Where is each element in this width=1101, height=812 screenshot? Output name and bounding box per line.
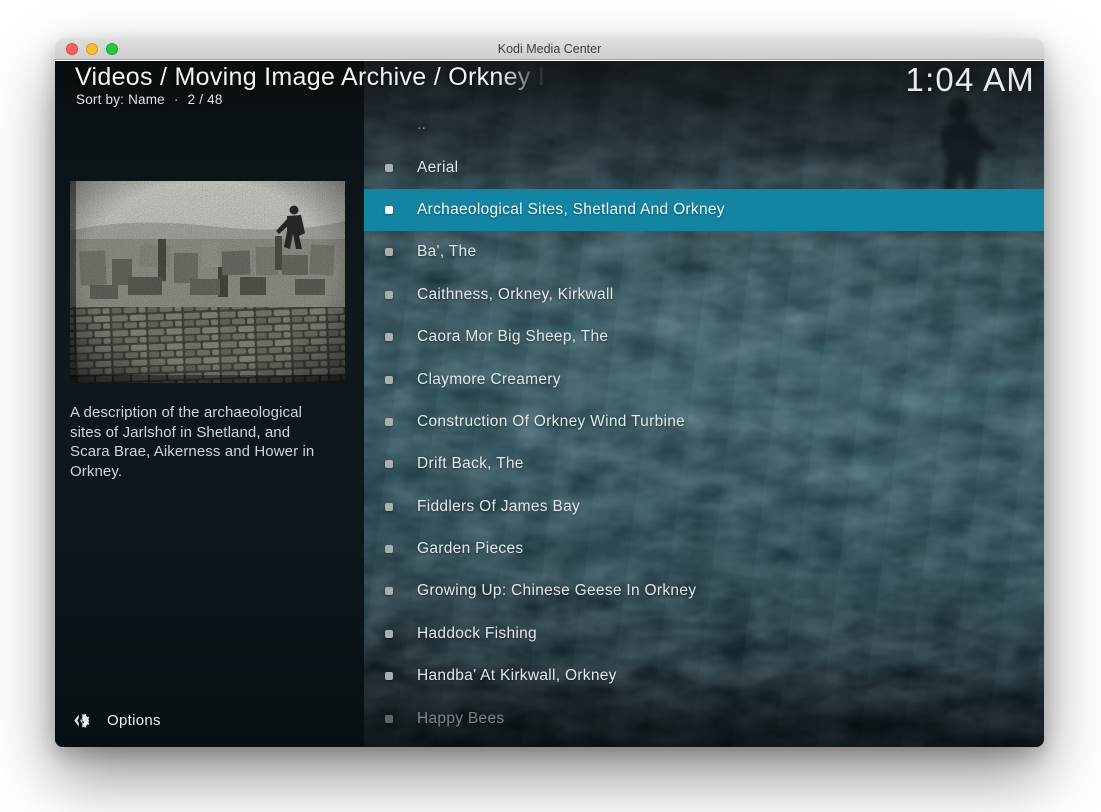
list-item[interactable]: Caithness, Orkney, Kirkwall bbox=[364, 274, 1044, 316]
list-item-label: Caithness, Orkney, Kirkwall bbox=[417, 286, 613, 304]
bullet-icon bbox=[385, 206, 393, 214]
options-label: Options bbox=[107, 712, 161, 729]
options-button[interactable]: Options bbox=[62, 705, 171, 735]
bullet-icon bbox=[385, 333, 393, 341]
video-thumbnail bbox=[70, 181, 345, 383]
kodi-ui: A description of the archaeological site… bbox=[55, 61, 1044, 747]
list-item-label: Claymore Creamery bbox=[417, 371, 561, 389]
list-item[interactable]: Ba', The bbox=[364, 231, 1044, 273]
list-item[interactable]: Claymore Creamery bbox=[364, 358, 1044, 400]
position-indicator: 2 / 48 bbox=[188, 92, 223, 107]
kodi-window: Kodi Media Center bbox=[55, 38, 1044, 747]
bullet-icon bbox=[385, 164, 393, 172]
bullet-icon bbox=[385, 630, 393, 638]
info-sidebar: A description of the archaeological site… bbox=[55, 61, 364, 747]
list-item[interactable]: Garden Pieces bbox=[364, 528, 1044, 570]
list-item[interactable]: Archaeological Sites, Shetland And Orkne… bbox=[364, 189, 1044, 231]
window-title: Kodi Media Center bbox=[55, 38, 1044, 60]
bullet-icon bbox=[385, 672, 393, 680]
list-item-label: Ba', The bbox=[417, 243, 476, 261]
video-description: A description of the archaeological site… bbox=[70, 403, 334, 481]
bullet-icon bbox=[385, 460, 393, 468]
media-list: .. Aerial Archaeological Sites, Shetland A… bbox=[364, 104, 1044, 740]
list-item-label: Fiddlers Of James Bay bbox=[417, 498, 580, 516]
bullet-icon bbox=[385, 715, 393, 723]
window-titlebar: Kodi Media Center bbox=[55, 38, 1044, 60]
list-item-label: Aerial bbox=[417, 159, 458, 177]
list-item-label: .. bbox=[417, 116, 426, 134]
list-item-label: Archaeological Sites, Shetland And Orkne… bbox=[417, 201, 725, 219]
breadcrumb: Videos / Moving Image Archive / Orkney I… bbox=[75, 63, 547, 92]
list-item[interactable]: Haddock Fishing bbox=[364, 613, 1044, 655]
list-item[interactable]: Aerial bbox=[364, 146, 1044, 188]
bullet-icon bbox=[385, 503, 393, 511]
desktop: Kodi Media Center bbox=[0, 0, 1101, 812]
list-item-label: Haddock Fishing bbox=[417, 625, 537, 643]
list-item-label: Garden Pieces bbox=[417, 540, 523, 558]
options-icon bbox=[72, 711, 91, 730]
list-item-label: Drift Back, The bbox=[417, 455, 524, 473]
list-item[interactable]: Drift Back, The bbox=[364, 443, 1044, 485]
list-item-label: Happy Bees bbox=[417, 710, 504, 728]
separator-dot: · bbox=[174, 92, 179, 107]
list-item-parent-folder[interactable]: .. bbox=[364, 104, 1044, 146]
sort-by-label: Sort by: Name bbox=[76, 92, 165, 107]
bullet-icon bbox=[385, 545, 393, 553]
list-item[interactable]: Handba' At Kirkwall, Orkney bbox=[364, 655, 1044, 697]
list-item[interactable]: Growing Up: Chinese Geese In Orkney bbox=[364, 570, 1044, 612]
clock: 1:04 AM bbox=[906, 61, 1035, 99]
list-item[interactable]: Caora Mor Big Sheep, The bbox=[364, 316, 1044, 358]
list-item-label: Caora Mor Big Sheep, The bbox=[417, 328, 608, 346]
bullet-icon bbox=[385, 248, 393, 256]
list-item-label: Construction Of Orkney Wind Turbine bbox=[417, 413, 685, 431]
bullet-icon bbox=[385, 291, 393, 299]
list-item[interactable]: Construction Of Orkney Wind Turbine bbox=[364, 401, 1044, 443]
sort-status: Sort by: Name · 2 / 48 bbox=[76, 92, 223, 107]
list-item-label: Growing Up: Chinese Geese In Orkney bbox=[417, 582, 696, 600]
list-item[interactable]: Fiddlers Of James Bay bbox=[364, 486, 1044, 528]
bullet-icon bbox=[385, 587, 393, 595]
list-item[interactable]: Happy Bees bbox=[364, 697, 1044, 739]
list-item-label: Handba' At Kirkwall, Orkney bbox=[417, 667, 617, 685]
bullet-icon bbox=[385, 376, 393, 384]
bullet-icon bbox=[385, 418, 393, 426]
